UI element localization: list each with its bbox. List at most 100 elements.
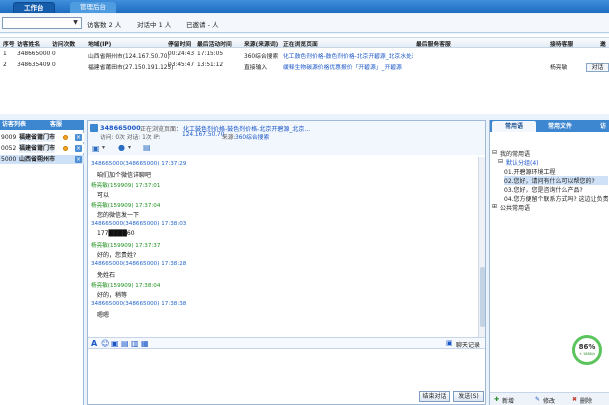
chatting-count: 对话中 1 人 <box>137 21 172 29</box>
status-dot-icon <box>63 135 68 140</box>
visitor-table: 序号 访客姓名 访问次数 地域(IP) 停留时间 最后活动时间 来源(来源词) 正在浏览页面 最… <box>0 34 609 114</box>
message-meta: 348665000(348665000) 17:37:29 <box>91 161 187 167</box>
delete-phrase-button[interactable]: 删除 <box>580 396 592 405</box>
message-input[interactable] <box>88 349 485 389</box>
visitor-list-item[interactable]: 9009 福建省莆门市 × <box>0 133 84 142</box>
font-icon[interactable]: A <box>91 339 97 348</box>
my-phrases-node[interactable]: 我的常用语 <box>500 149 530 158</box>
send-button[interactable]: 发送(S) <box>453 391 484 402</box>
message-scrollbar[interactable] <box>478 157 485 337</box>
table-cell-region: 山西省朔州市(124.167.50.70) <box>88 54 170 60</box>
tab-quick-replies[interactable]: 常用语 <box>492 121 536 132</box>
message-meta: 348665000(348665000) 17:38:03 <box>91 221 187 227</box>
history-icon[interactable]: ▣ <box>446 339 453 347</box>
table-header-cell: 停留时间 <box>168 42 192 48</box>
message-meta: 348665000(348665000) 17:38:38 <box>91 301 187 307</box>
visitor-id: 5000 <box>1 156 17 163</box>
table-cell-page[interactable]: 化工鼓色剂价格-鼓色剂价格-北京开碧源_北京水处理... <box>283 51 413 60</box>
public-phrases-node[interactable]: 公共常用语 <box>500 203 530 212</box>
chevron-down-icon: ▼ <box>73 19 78 26</box>
chevron-down-icon[interactable]: ▾ <box>102 144 105 151</box>
default-group-node[interactable]: 默认分组(4) <box>506 158 539 167</box>
message-meta: 杨亮敏(159909) 17:37:01 <box>91 183 161 189</box>
phrase-actions: ✚ 新增 ✎ 修改 ✖ 删除 <box>490 392 609 405</box>
visitor-list-item[interactable]: 5000 山西省朔州市 × <box>0 155 84 164</box>
message-text: 可以 <box>97 192 110 199</box>
folder-icon[interactable]: ▣ <box>92 144 100 153</box>
screenshot-icon[interactable]: ▤ <box>121 339 129 348</box>
table-header-cell: 邀 <box>600 42 606 48</box>
invite-button[interactable]: 对话 <box>586 63 609 72</box>
phrase-item[interactable]: 01.开碧源环境工程 <box>504 167 608 176</box>
message-text: 免姓石 <box>97 272 116 279</box>
tab-agents[interactable]: 客服 <box>50 120 62 130</box>
phrase-item[interactable]: 02.您好，请问有什么可以帮您的? <box>504 176 608 185</box>
filter-select[interactable]: ▼ <box>2 17 82 29</box>
end-chat-button[interactable]: 结束对话 <box>419 391 450 402</box>
status-dot-icon <box>63 146 68 151</box>
chat-source-label: 来源: <box>222 135 236 141</box>
right-tabs: 常用语 常用文件 访 <box>490 120 609 132</box>
message-meta: 杨亮敏(159909) 17:37:04 <box>91 203 161 209</box>
table-cell-stay: 03:45:47 <box>168 62 195 68</box>
table-cell-no: 1 <box>3 51 7 57</box>
table-header-cell: 接待客服 <box>550 42 574 48</box>
table-row[interactable]: 2 348635409 0 福建省莆田市(27.150.191.125) 03:45:4… <box>0 61 609 71</box>
visitor-list-item[interactable]: 0052 福建省莆门市 × <box>0 144 84 153</box>
table-header-cell: 地域(IP) <box>88 42 112 48</box>
chevron-down-icon[interactable]: ▾ <box>128 144 131 151</box>
message-text: 好的，稍等 <box>97 292 128 299</box>
add-phrase-button[interactable]: 新增 <box>502 396 514 405</box>
gauge-rate: + 188K/s <box>578 352 596 356</box>
collapse-icon[interactable]: ⊟ <box>492 149 497 156</box>
phrase-item[interactable]: 03.您好，您是咨询什么产品? <box>504 185 608 194</box>
table-cell-agent: 杨亮敏 <box>550 65 568 71</box>
table-cell-page[interactable]: 缓释生物碳源价格优惠报价「开碧源」_开碧源 <box>283 62 413 71</box>
lock-icon[interactable]: ▤ <box>143 143 151 152</box>
chat-visit-info: 访问: 0次 对话: 1次 IP: <box>100 135 161 141</box>
scrollbar-thumb[interactable] <box>480 267 485 327</box>
image-icon[interactable]: ▣ <box>111 339 119 348</box>
close-icon[interactable]: × <box>75 134 82 141</box>
table-header-cell: 访客姓名 <box>17 42 41 48</box>
chat-toolbar: ▣ ▾ ● ▾ ▤ <box>88 143 485 156</box>
tab-visitors[interactable]: 访客列表 <box>2 120 26 130</box>
edit-phrase-button[interactable]: 修改 <box>543 396 555 405</box>
message-list: 348665000(348665000) 17:37:29 咱们加个微信详聊吧 杨亮… <box>88 157 478 337</box>
table-header-cell: 正在浏览页面 <box>283 42 318 48</box>
history-link[interactable]: 聊天记录 <box>456 340 480 349</box>
table-cell-visits: 0 <box>52 62 56 68</box>
top-nav-bar: 工作台 管理后台 <box>0 0 609 13</box>
add-icon: ✚ <box>494 396 500 403</box>
table-cell-source: 直接输入 <box>244 65 268 71</box>
message-text: 177████60 <box>97 230 135 237</box>
expand-icon[interactable]: ⊞ <box>492 203 497 210</box>
phrase-item[interactable]: 04.您方便留个联系方式吗? 这边让负责人... <box>504 194 608 203</box>
visitor-region: 福建省莆门市 <box>19 133 56 142</box>
visitor-id: 0052 <box>1 145 17 152</box>
delete-icon: ✖ <box>572 396 578 403</box>
filter-bar: ▼ 访客数 2 人 对话中 1 人 已邀请 - 人 <box>0 14 609 33</box>
tab-admin[interactable]: 管理后台 <box>70 2 116 13</box>
close-icon[interactable]: × <box>75 156 82 163</box>
table-row[interactable]: 1 348665000 0 山西省朔州市(124.167.50.70) 00:24:43… <box>0 50 609 60</box>
visitor-region: 福建省莆门市 <box>19 144 56 153</box>
message-text: 您的微信发一下 <box>97 212 140 219</box>
file-icon[interactable]: ▥ <box>131 339 139 348</box>
tab-workbench[interactable]: 工作台 <box>13 2 55 13</box>
close-icon[interactable]: × <box>75 145 82 152</box>
evaluate-icon[interactable]: ▦ <box>141 339 149 348</box>
table-cell-visits: 0 <box>52 51 56 57</box>
tab-visit[interactable]: 访 <box>600 121 606 132</box>
collapse-icon[interactable]: ⊟ <box>498 158 503 165</box>
visitor-count: 访客数 2 人 <box>87 21 122 29</box>
visitor-avatar-icon <box>90 124 98 132</box>
user-icon[interactable]: ● <box>118 143 125 152</box>
table-cell-source: 360综合搜索 <box>244 54 279 60</box>
table-header-cell: 序号 <box>3 42 15 48</box>
emoji-icon[interactable]: ☺ <box>101 339 109 348</box>
tab-common-files[interactable]: 常用文件 <box>548 121 572 132</box>
chat-source: 360综合搜索 <box>235 135 270 141</box>
table-header-cell: 访问次数 <box>52 42 76 48</box>
table-cell-region: 福建省莆田市(27.150.191.125) <box>88 65 174 71</box>
